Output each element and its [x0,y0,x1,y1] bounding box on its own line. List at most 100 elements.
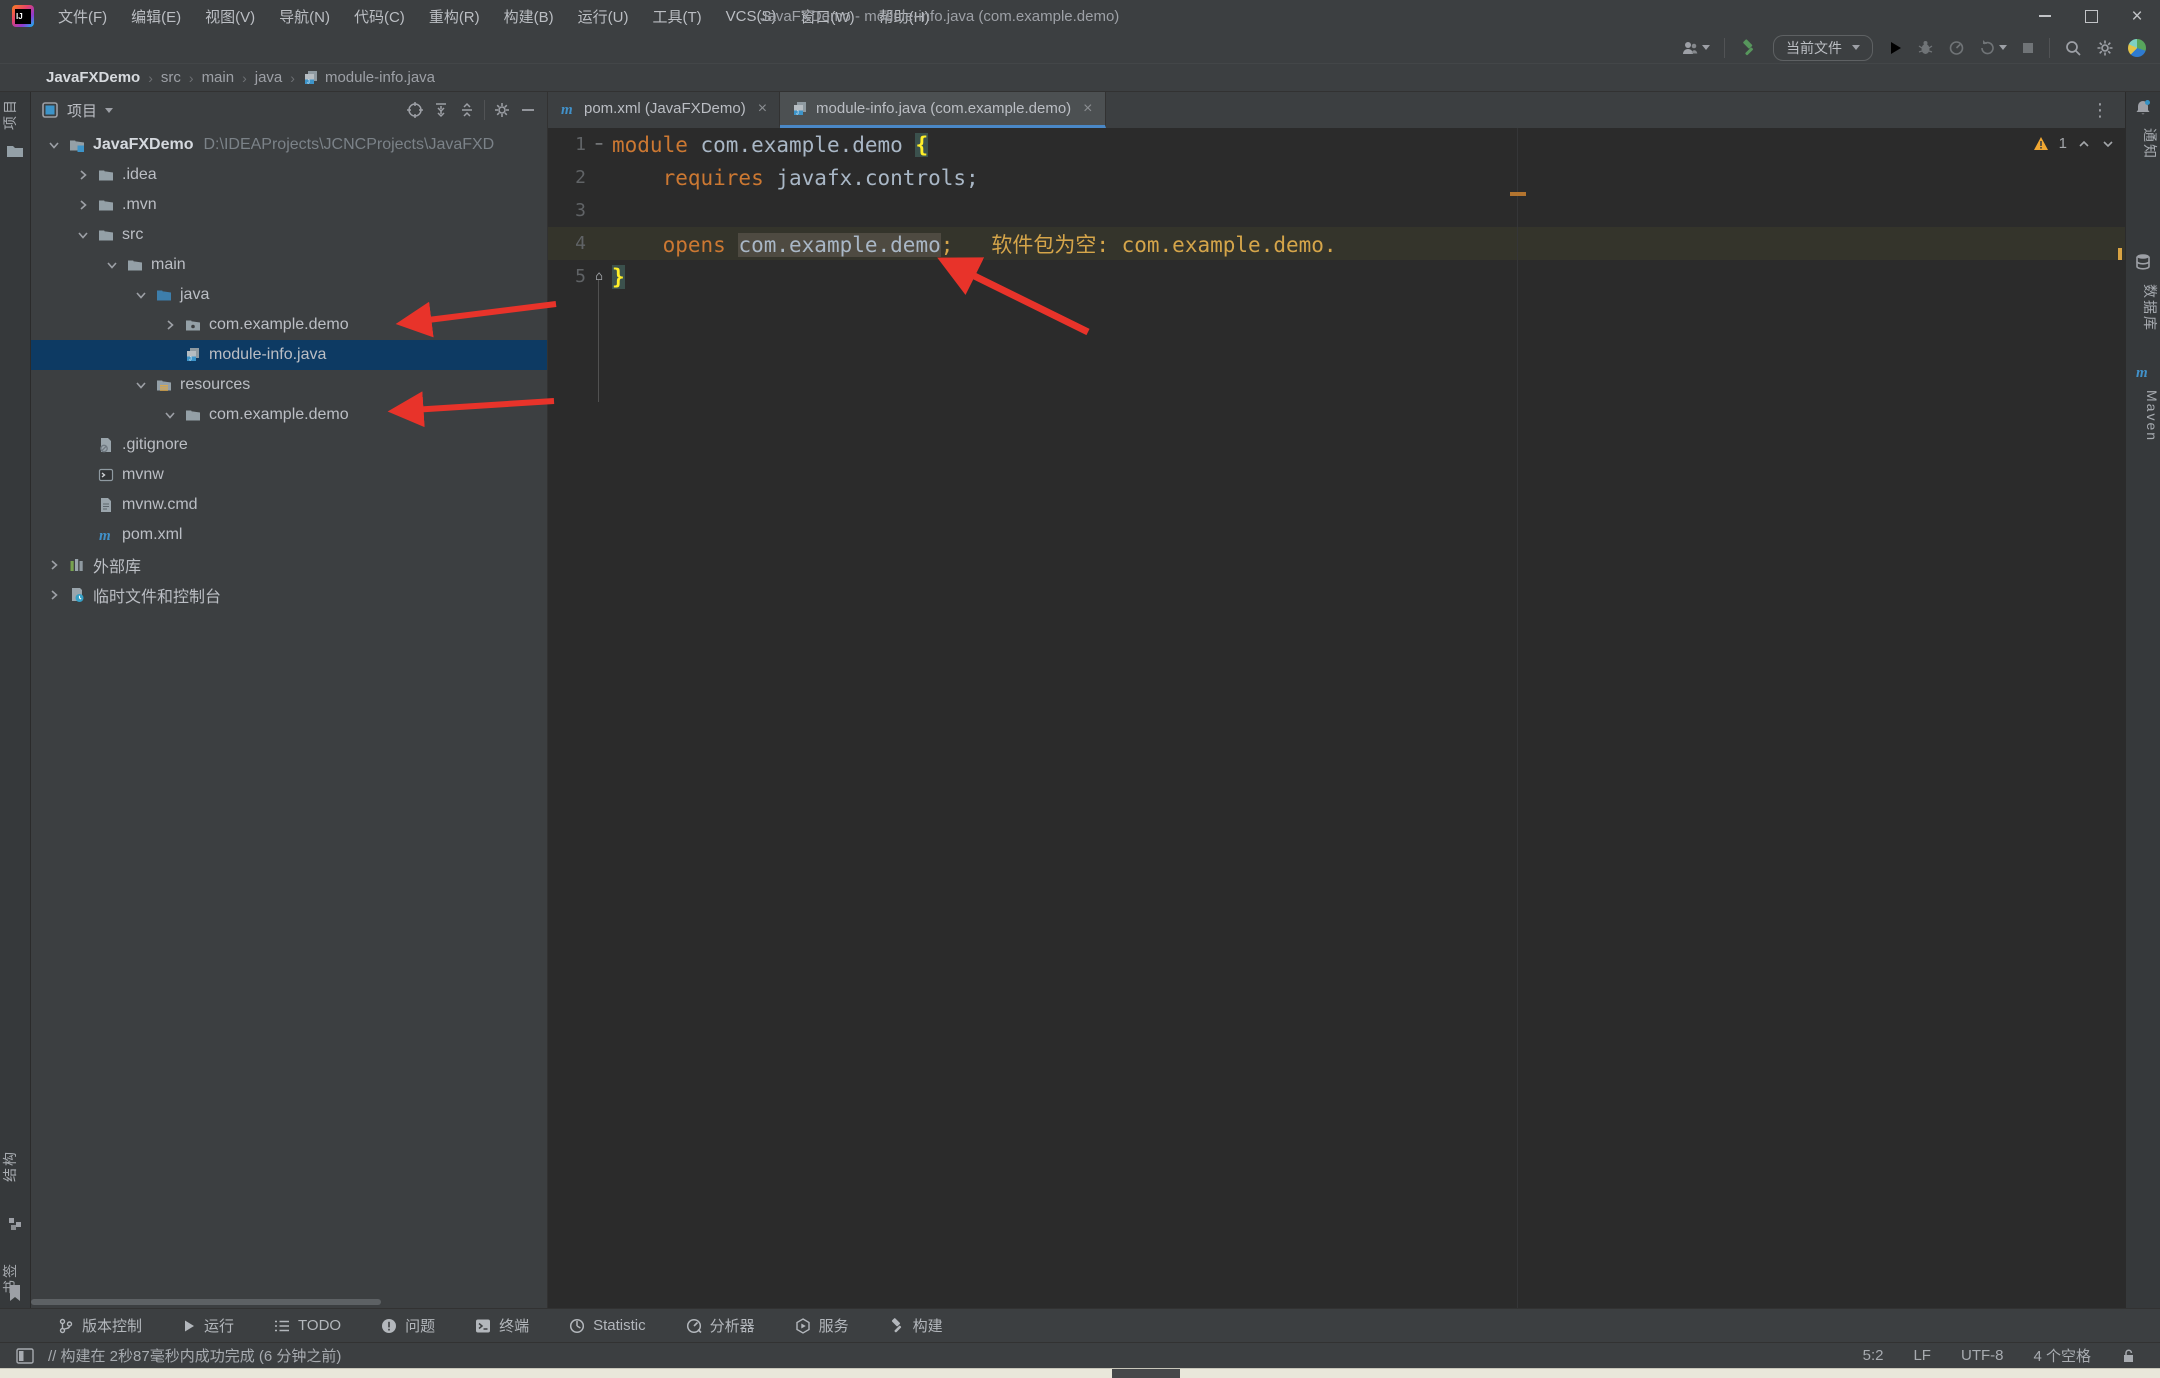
user-button[interactable] [1681,39,1710,57]
menu-r[interactable]: 重构(R) [417,0,492,32]
tree-row[interactable]: 外部库 [31,550,547,580]
breadcrumb-item[interactable]: main [202,69,235,86]
layout-widget-icon[interactable] [16,1348,34,1364]
tree-row[interactable]: JavaFXDemoD:\IDEAProjects\JCNCProjects\J… [31,130,547,160]
tree-chevron[interactable] [101,257,123,273]
tree-row[interactable]: resources [31,370,547,400]
settings-button[interactable] [2096,39,2114,57]
tree-row[interactable]: com.example.demo [31,400,547,430]
tree-chevron[interactable] [72,197,94,213]
menu-u[interactable]: 运行(U) [566,0,641,32]
editor-tab[interactable]: mpom.xml (JavaFXDemo)× [548,92,780,128]
search-everywhere-button[interactable] [2064,39,2082,57]
toolwindow-button-build[interactable]: 构建 [889,1315,943,1336]
menu-e[interactable]: 编辑(E) [119,0,193,32]
right-tool-stripe: 通知数据库Mavenm [2125,92,2160,1308]
tab-close-icon[interactable]: × [758,100,767,118]
code-editor[interactable]: 1−module com.example.demo {2 requires ja… [548,128,2125,1308]
unlock-icon[interactable] [2121,1348,2136,1364]
minimize-button[interactable] [2022,0,2068,32]
expand-all-button[interactable] [432,101,450,119]
toolwindow-button-services[interactable]: 服务 [795,1315,849,1336]
close-button[interactable]: × [2114,0,2160,32]
inspection-widget[interactable]: 1 [2033,135,2115,152]
project-panel-title[interactable]: 项目 [67,100,97,121]
tree-row[interactable]: src [31,220,547,250]
code-text: opens com.example.demo; 软件包为空: com.examp… [612,229,1337,259]
breadcrumb-item[interactable]: src [161,69,181,86]
coverage-button[interactable] [1979,39,2007,56]
menu-f[interactable]: 文件(F) [46,0,119,32]
indent-setting[interactable]: 4 个空格 [2033,1345,2091,1366]
line-ending[interactable]: LF [1913,1347,1931,1364]
tree-row[interactable]: .gitignore [31,430,547,460]
toolwindow-button-problems[interactable]: 问题 [381,1315,435,1336]
chevron-down-icon[interactable] [105,108,113,113]
maximize-button[interactable] [2068,0,2114,32]
run-button[interactable] [1887,40,1903,56]
toolbar-separator [1724,38,1725,58]
toolwindow-button-branch[interactable]: 版本控制 [58,1315,142,1336]
breadcrumb-item[interactable]: Jmodule-info.java [303,69,435,86]
menu-t[interactable]: 工具(T) [640,0,713,32]
breadcrumb-item[interactable]: JavaFXDemo [46,69,140,86]
caret-position[interactable]: 5:2 [1863,1347,1884,1364]
build-project-button[interactable] [1739,38,1759,58]
toolwindow-button-todo[interactable]: TODO [274,1317,341,1334]
next-problem-icon[interactable] [2101,137,2115,151]
tab-close-icon[interactable]: × [1083,100,1092,118]
menu-b[interactable]: 构建(B) [492,0,566,32]
tree-row[interactable]: mpom.xml [31,520,547,550]
menu-n[interactable]: 导航(N) [267,0,342,32]
play-icon [1887,40,1903,56]
tree-chevron[interactable] [159,407,181,423]
tree-chevron[interactable] [43,137,65,153]
tree-chevron[interactable] [130,287,152,303]
run-configuration-combo[interactable]: 当前文件 [1773,35,1873,61]
tab-options-icon[interactable]: ⋮ [2091,92,2109,128]
breadcrumb-item[interactable]: java [255,69,283,86]
code-line[interactable]: 2 requires javafx.controls; [548,161,2125,194]
profiler-button[interactable] [1948,39,1965,56]
tree-row[interactable]: 临时文件和控制台 [31,580,547,610]
locate-file-button[interactable] [406,101,424,119]
plugin-button[interactable] [2128,39,2146,57]
debug-button[interactable] [1917,39,1934,56]
tree-row[interactable]: mvnw [31,460,547,490]
toolwindow-button-statistic[interactable]: Statistic [569,1317,646,1334]
menu-c[interactable]: 代码(C) [342,0,417,32]
tree-chevron[interactable] [130,377,152,393]
fold-marker-icon[interactable]: ⌂ [586,269,612,284]
toolwindow-button-profilerTool[interactable]: 分析器 [686,1315,755,1336]
tree-chevron[interactable] [159,317,181,333]
code-line[interactable]: 5⌂} [548,260,2125,293]
editor-tab[interactable]: Jmodule-info.java (com.example.demo)× [780,92,1105,128]
menu-v[interactable]: 视图(V) [193,0,267,32]
toolwindow-button-terminal[interactable]: 终端 [475,1315,529,1336]
horizontal-scrollbar[interactable] [31,1299,381,1305]
tree-row[interactable]: .idea [31,160,547,190]
tree-chevron[interactable] [43,587,65,603]
tree-row[interactable]: com.example.demo [31,310,547,340]
file-encoding[interactable]: UTF-8 [1961,1347,2004,1364]
tree-row[interactable]: mvnw.cmd [31,490,547,520]
toolwindow-button-play[interactable]: 运行 [182,1315,234,1336]
project-toolwindow-icon [41,101,59,119]
tree-chevron[interactable] [72,167,94,183]
tree-row[interactable]: main [31,250,547,280]
prev-problem-icon[interactable] [2077,137,2091,151]
panel-settings-button[interactable] [493,101,511,119]
tree-row[interactable]: Jmodule-info.java [31,340,547,370]
tree-row[interactable]: .mvn [31,190,547,220]
hide-panel-button[interactable] [519,101,537,119]
collapse-all-button[interactable] [458,101,476,119]
tree-chevron[interactable] [43,557,65,573]
tree-row[interactable]: java [31,280,547,310]
stop-button[interactable] [2021,41,2035,55]
fold-marker-icon[interactable]: − [586,137,612,152]
code-line[interactable]: 4 opens com.example.demo; 软件包为空: com.exa… [548,227,2125,260]
tree-chevron[interactable] [72,227,94,243]
statistic-icon [569,1318,585,1334]
code-line[interactable]: 3 [548,194,2125,227]
code-line[interactable]: 1−module com.example.demo { [548,128,2125,161]
